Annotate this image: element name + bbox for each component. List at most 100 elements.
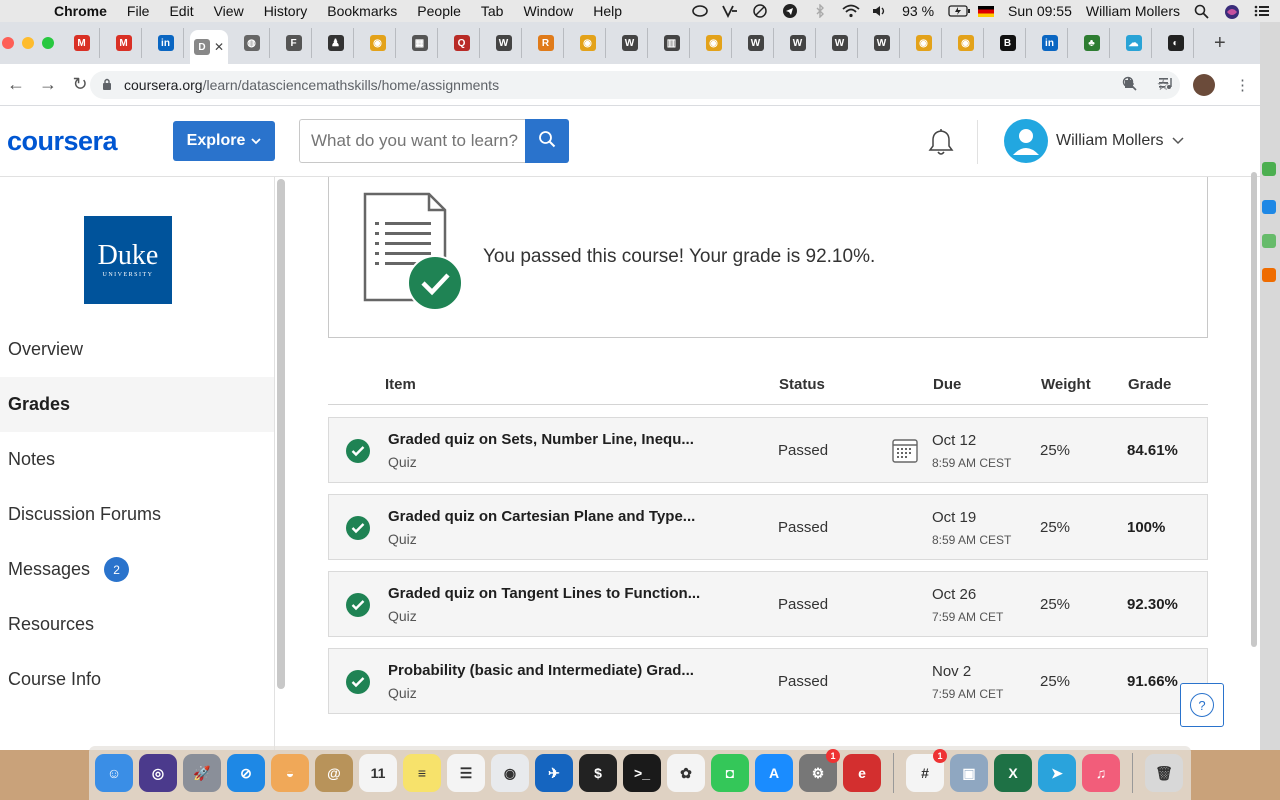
browser-tab[interactable]: M <box>64 28 100 58</box>
browser-tab[interactable]: W <box>486 28 522 58</box>
sidebar-item-discussion-forums[interactable]: Discussion Forums <box>0 487 274 542</box>
slack-icon[interactable]: #1 <box>906 749 947 792</box>
browser-tab[interactable]: ▥ <box>654 28 690 58</box>
page-scrollbar[interactable] <box>1250 147 1258 647</box>
browser-tab[interactable]: ▦ <box>402 28 438 58</box>
user-name[interactable]: William Mollers <box>1056 132 1164 150</box>
terminal-icon[interactable]: >_ <box>623 754 661 792</box>
menu-people[interactable]: People <box>417 3 461 19</box>
calendar-icon[interactable]: 11 <box>359 754 397 792</box>
input-source-flag-icon[interactable] <box>978 5 995 17</box>
browser-tab[interactable]: ◉ <box>948 28 984 58</box>
browser-tab[interactable]: ☁ <box>1116 28 1152 58</box>
safari-icon[interactable]: ⊘ <box>227 754 265 792</box>
siri-status-icon[interactable] <box>1224 4 1240 19</box>
notifications-bell-icon[interactable] <box>928 128 954 161</box>
desktop-app-icon[interactable] <box>1262 162 1276 176</box>
wifi-icon[interactable] <box>842 4 860 18</box>
menu-tab[interactable]: Tab <box>481 3 504 19</box>
notification-center-icon[interactable] <box>1254 4 1270 18</box>
grade-row[interactable]: Graded quiz on Cartesian Plane and Type.… <box>328 494 1208 560</box>
browser-tab[interactable]: ◉ <box>570 28 606 58</box>
browser-tab[interactable]: B <box>990 28 1026 58</box>
siri-icon[interactable]: ◎ <box>139 754 177 792</box>
close-tab-icon[interactable]: ✕ <box>214 40 224 54</box>
volume-icon[interactable] <box>872 4 888 18</box>
photos-icon[interactable]: ✿ <box>667 754 705 792</box>
battery-icon[interactable] <box>948 4 971 18</box>
menu-file[interactable]: File <box>127 3 150 19</box>
finder-icon[interactable]: ☺ <box>95 754 133 792</box>
do-not-disturb-icon[interactable] <box>752 4 768 18</box>
telegram-icon[interactable]: ➤ <box>1038 754 1076 792</box>
browser-tab[interactable]: ◉ <box>906 28 942 58</box>
desktop-app-icon[interactable] <box>1262 234 1276 248</box>
back-arrow-icon[interactable]: ← <box>0 74 32 95</box>
desktop-app-icon[interactable] <box>1262 268 1276 282</box>
browser-tab[interactable]: in <box>148 28 184 58</box>
preview-icon[interactable]: ▣ <box>950 754 988 792</box>
bluetooth-icon[interactable] <box>812 3 828 19</box>
expressvpn-icon[interactable]: e <box>843 754 881 792</box>
menubar-clock[interactable]: Sun 09:55 <box>1008 3 1072 19</box>
battery-percentage[interactable]: 93 % <box>902 3 934 19</box>
search-input[interactable] <box>299 119 525 163</box>
menu-help[interactable]: Help <box>593 3 622 19</box>
menu-app-name[interactable]: Chrome <box>54 3 107 19</box>
new-tab-button[interactable]: + <box>1214 32 1226 55</box>
chrome-icon[interactable]: ◉ <box>491 754 529 792</box>
system-preferences-icon[interactable]: ⚙ 1 <box>799 749 840 792</box>
terminal-icon[interactable]: $ <box>579 754 617 792</box>
menubar-username[interactable]: William Mollers <box>1086 3 1180 19</box>
assignment-title[interactable]: Probability (basic and Intermediate) Gra… <box>388 662 694 679</box>
notes-icon[interactable]: ≡ <box>403 754 441 792</box>
assignment-title[interactable]: Graded quiz on Tangent Lines to Function… <box>388 585 700 602</box>
search-button[interactable] <box>525 119 569 163</box>
grade-row[interactable]: Graded quiz on Sets, Number Line, Inequ.… <box>328 417 1208 483</box>
excel-icon[interactable]: X <box>994 754 1032 792</box>
extensions-puzzle-icon[interactable] <box>1123 75 1138 94</box>
sidebar-item-course-info[interactable]: Course Info <box>0 652 274 707</box>
help-button[interactable]: ? <box>1180 683 1224 727</box>
chrome-menu-kebab-icon[interactable]: ⋮ <box>1235 76 1250 94</box>
creative-cloud-icon[interactable] <box>692 4 708 18</box>
assignment-title[interactable]: Graded quiz on Sets, Number Line, Inequ.… <box>388 431 694 448</box>
weather-icon[interactable]: ◒ <box>271 754 309 792</box>
desktop-app-icon[interactable] <box>1262 200 1276 214</box>
user-avatar[interactable] <box>1004 119 1048 163</box>
lock-icon[interactable] <box>102 78 114 93</box>
menu-edit[interactable]: Edit <box>169 3 193 19</box>
menu-view[interactable]: View <box>214 3 244 19</box>
reminders-icon[interactable]: ☰ <box>447 754 485 792</box>
zoom-window-icon[interactable] <box>42 37 54 49</box>
browser-tab[interactable]: M <box>106 28 142 58</box>
browser-tab[interactable]: ◉ <box>696 28 732 58</box>
explore-button[interactable]: Explore <box>173 121 275 161</box>
sidebar-item-messages[interactable]: Messages 2 <box>0 542 274 597</box>
browser-tab[interactable]: W <box>738 28 774 58</box>
trash-icon[interactable]: 🗑 <box>1145 754 1183 792</box>
minimize-window-icon[interactable] <box>22 37 34 49</box>
sidebar-item-notes[interactable]: Notes <box>0 432 274 487</box>
sidebar-item-resources[interactable]: Resources <box>0 597 274 652</box>
close-window-icon[interactable] <box>2 37 14 49</box>
menu-history[interactable]: History <box>264 3 308 19</box>
browser-tab[interactable]: D ✕ <box>190 30 228 64</box>
browser-tab[interactable]: ◉ <box>360 28 396 58</box>
forward-arrow-icon[interactable]: → <box>32 74 64 95</box>
assignment-title[interactable]: Graded quiz on Cartesian Plane and Type.… <box>388 508 695 525</box>
browser-tab[interactable]: in <box>1032 28 1068 58</box>
sidebar-item-grades[interactable]: Grades <box>0 377 274 432</box>
duke-university-logo[interactable]: Duke UNIVERSITY <box>84 216 172 304</box>
browser-tab[interactable]: ♣ <box>1074 28 1110 58</box>
browser-tab[interactable]: ♟ <box>318 28 354 58</box>
menu-window[interactable]: Window <box>523 3 573 19</box>
sidebar-scrollbar[interactable] <box>277 179 285 689</box>
address-bar[interactable]: coursera.org/learn/datasciencemathskills… <box>90 71 1180 99</box>
browser-tab[interactable]: ◍ <box>234 28 270 58</box>
browser-tab[interactable]: Q <box>444 28 480 58</box>
calendar-icon[interactable] <box>892 437 918 468</box>
appstore-icon[interactable]: A <box>755 754 793 792</box>
browser-tab[interactable]: W <box>822 28 858 58</box>
scrollbar-thumb[interactable] <box>1251 172 1257 647</box>
